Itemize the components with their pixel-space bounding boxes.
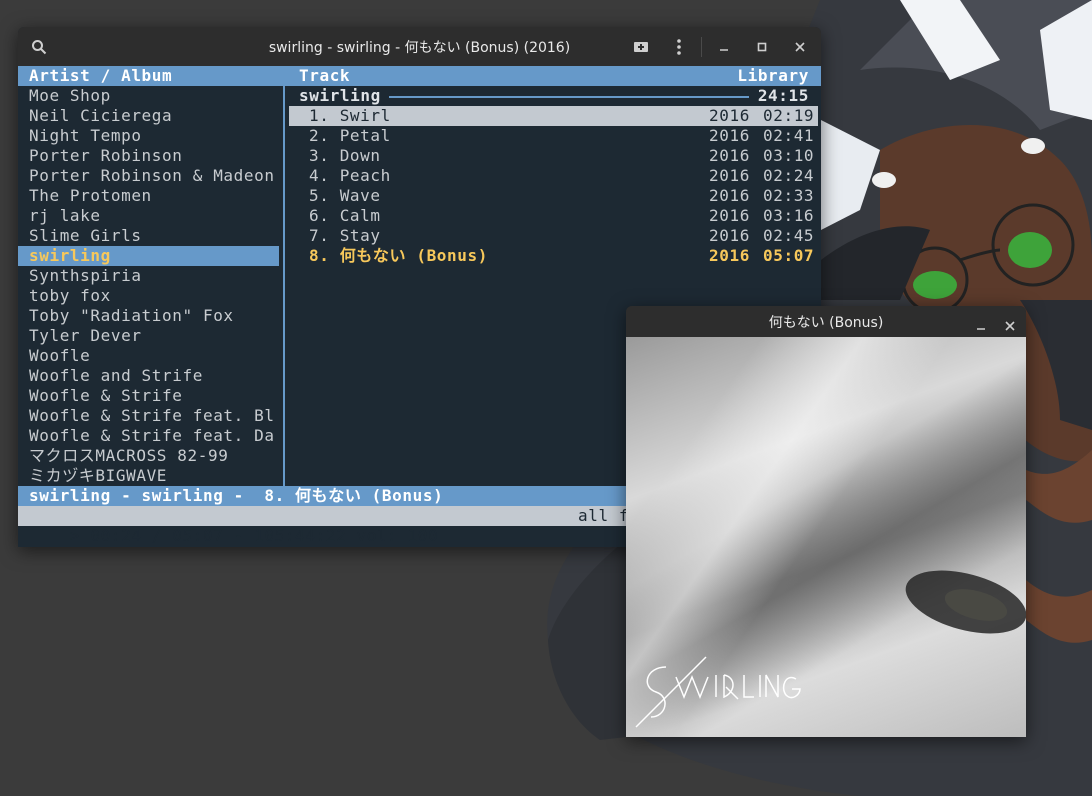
track-row[interactable]: 3. Down 2016 03:10: [289, 146, 821, 166]
maximize-icon[interactable]: [747, 27, 777, 66]
track-duration: 02:24: [763, 166, 815, 185]
track-duration: 02:19: [763, 106, 815, 125]
track-duration: 02:45: [763, 226, 815, 245]
pane-divider: [283, 86, 285, 486]
track-row-playing[interactable]: 8. 何もない (Bonus) 2016 05:07: [289, 246, 821, 266]
repeat-mode-text: all f: [578, 506, 630, 525]
track-duration: 05:07: [763, 246, 815, 265]
artist-item[interactable]: Night Tempo: [18, 126, 283, 146]
artist-item[interactable]: Woofle & Strife feat. Da: [18, 426, 283, 446]
track-title: 4. Peach: [309, 166, 391, 185]
artist-item[interactable]: Slime Girls: [18, 226, 283, 246]
album-name: swirling: [299, 86, 381, 105]
track-year: 2016: [709, 166, 750, 185]
track-year: 2016: [709, 146, 750, 165]
track-duration: 02:41: [763, 126, 815, 145]
album-art-window: 何もない (Bonus): [626, 306, 1026, 737]
artist-item[interactable]: toby fox: [18, 286, 283, 306]
track-row[interactable]: 2. Petal 2016 02:41: [289, 126, 821, 146]
artist-item[interactable]: Woofle and Strife: [18, 366, 283, 386]
terminal-title: swirling - swirling - 何もない (Bonus) (2016…: [268, 39, 571, 56]
artist-item[interactable]: Porter Robinson & Madeon: [18, 166, 283, 186]
track-header: Track: [299, 66, 351, 85]
track-year: 2016: [709, 226, 750, 245]
column-header-bar: Artist / Album Track Library: [18, 66, 821, 86]
artist-item[interactable]: ミカヅキBIGWAVE: [18, 466, 283, 486]
artist-item[interactable]: Porter Robinson: [18, 146, 283, 166]
track-title: 3. Down: [309, 146, 381, 165]
track-year: 2016: [709, 186, 750, 205]
artist-list[interactable]: Moe Shop Neil Cicierega Night Tempo Porter …: [18, 86, 283, 486]
artist-item[interactable]: The Protomen: [18, 186, 283, 206]
artist-item[interactable]: Woofle & Strife: [18, 386, 283, 406]
artist-item[interactable]: Toby "Radiation" Fox: [18, 306, 283, 326]
artist-item[interactable]: Woofle: [18, 346, 283, 366]
art-window-title: 何もない (Bonus): [768, 314, 884, 331]
artist-item[interactable]: rj lake: [18, 206, 283, 226]
artist-item[interactable]: Neil Cicierega: [18, 106, 283, 126]
progress-text: > 00:24 / 05:07 - 105:44:22 vol: 100: [69, 526, 439, 545]
artist-item-selected[interactable]: swirling: [18, 246, 279, 266]
close-icon[interactable]: [785, 27, 815, 66]
track-year: 2016: [709, 126, 750, 145]
track-row[interactable]: 6. Calm 2016 03:16: [289, 206, 821, 226]
titlebar-separator: [701, 37, 702, 57]
track-title: 2. Petal: [309, 126, 391, 145]
album-duration: 24:15: [757, 86, 809, 105]
track-title: 5. Wave: [309, 186, 381, 205]
artist-album-header: Artist / Album: [29, 66, 173, 85]
search-icon[interactable]: [24, 27, 54, 66]
track-row[interactable]: 1. Swirl 2016 02:19: [289, 106, 818, 126]
artist-item[interactable]: マクロスMACROSS 82-99: [18, 446, 283, 466]
track-duration: 03:16: [763, 206, 815, 225]
track-year: 2016: [709, 246, 750, 265]
track-row[interactable]: 4. Peach 2016 02:24: [289, 166, 821, 186]
new-tab-icon[interactable]: [626, 27, 656, 66]
track-title: 7. Stay: [309, 226, 381, 245]
album-cover-drawing: [635, 570, 1026, 728]
track-row[interactable]: 5. Wave 2016 02:33: [289, 186, 821, 206]
album-cover-image: [626, 337, 1026, 737]
art-titlebar: 何もない (Bonus): [626, 306, 1026, 337]
track-duration: 02:33: [763, 186, 815, 205]
track-title: 1. Swirl: [309, 106, 391, 125]
artist-item[interactable]: Woofle & Strife feat. Bl: [18, 406, 283, 426]
album-rule: [389, 96, 749, 98]
track-row[interactable]: 7. Stay 2016 02:45: [289, 226, 821, 246]
track-title: 6. Calm: [309, 206, 381, 225]
library-header: Library: [737, 66, 809, 85]
track-year: 2016: [709, 106, 750, 125]
artist-item[interactable]: Tyler Dever: [18, 326, 283, 346]
kebab-menu-icon[interactable]: [664, 27, 694, 66]
minimize-icon[interactable]: [709, 27, 739, 66]
track-duration: 03:10: [763, 146, 815, 165]
terminal-titlebar: swirling - swirling - 何もない (Bonus) (2016…: [18, 27, 821, 66]
track-year: 2016: [709, 206, 750, 225]
artist-item[interactable]: Synthspiria: [18, 266, 283, 286]
album-header: swirling 24:15: [289, 86, 821, 106]
artist-item[interactable]: Moe Shop: [18, 86, 283, 106]
track-title: 8. 何もない (Bonus): [309, 246, 488, 265]
